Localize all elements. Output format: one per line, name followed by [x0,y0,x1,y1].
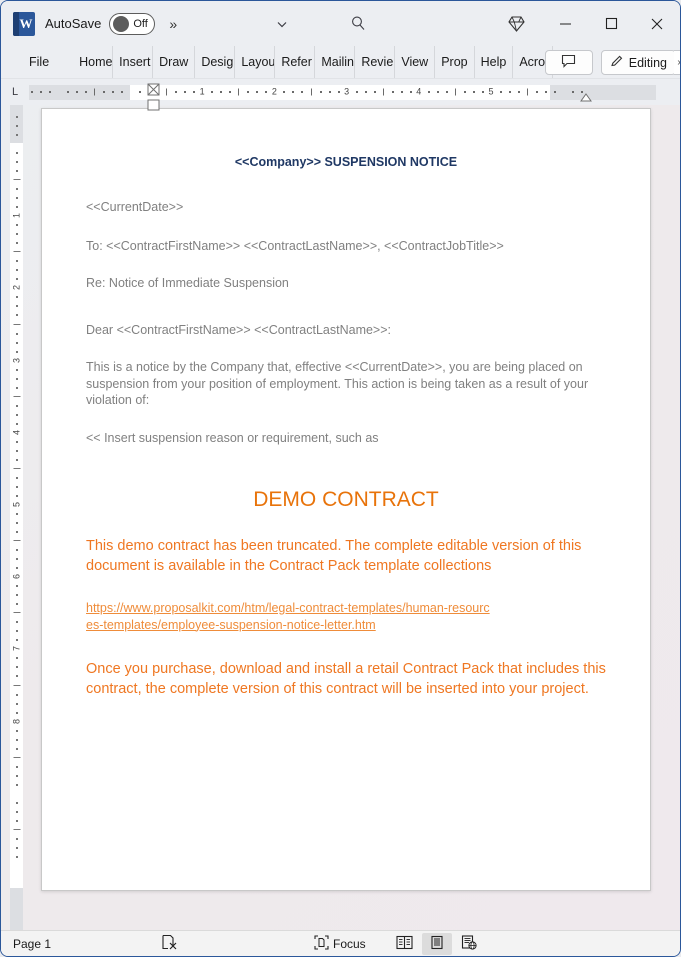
tab-review[interactable]: Revie [355,46,396,78]
horizontal-ruler[interactable]: L 12345 [1,79,680,110]
title-bar: W AutoSave Off » [1,1,680,46]
editing-mode-control: Editing › [600,50,680,75]
read-mode-button[interactable] [390,933,420,955]
tab-layout[interactable]: Layout [235,46,276,78]
ribbon-right-controls: Editing › [544,46,680,79]
document-area: 12345678 <<Company>> SUSPENSION NOTICE <… [1,105,680,930]
tab-file[interactable]: File [19,46,59,78]
comment-icon [561,54,576,71]
search-icon[interactable] [347,13,369,35]
tab-stop-selector[interactable]: L [1,79,29,105]
status-bar: Page 1 Focus [1,930,680,956]
right-indent-marker[interactable] [580,92,592,103]
demo-purchase-notice: Once you purchase, download and install … [86,661,606,697]
paragraph-current-date: <<CurrentDate>> [86,200,184,214]
tab-design[interactable]: Design [195,46,236,78]
focus-label: Focus [333,936,366,951]
document-page[interactable]: <<Company>> SUSPENSION NOTICE <<CurrentD… [41,108,651,891]
quick-access-overflow-button[interactable]: » [169,16,177,32]
word-logo-letter: W [19,15,33,31]
autosave-state-label: Off [133,17,148,30]
diamond-icon[interactable] [490,1,542,46]
tab-references[interactable]: Refer [275,46,316,78]
status-page-number[interactable]: Page 1 [13,937,51,951]
editing-dropdown-caret[interactable]: › [674,50,680,75]
paragraph-to-line: To: <<ContractFirstName>> <<ContractLast… [86,238,504,253]
demo-template-link[interactable]: https://www.proposalkit.com/htm/legal-co… [86,600,496,633]
tab-home[interactable]: Home [73,46,114,78]
focus-mode-button[interactable]: Focus [314,934,366,953]
autosave-toggle[interactable]: Off [109,12,156,35]
editing-button[interactable]: Editing [600,50,676,75]
titlebar-center-controls [271,13,369,35]
comments-button[interactable] [544,50,593,75]
web-layout-icon [461,934,477,953]
word-window: W AutoSave Off » File Home Insert Draw D… [0,0,681,957]
proofing-status-button[interactable] [161,934,178,953]
paragraph-re-line: Re: Notice of Immediate Suspension [86,276,289,290]
first-line-indent-marker[interactable] [147,83,160,113]
ribbon-tabs: File Home Insert Draw Design Layout Refe… [1,46,554,78]
paragraph-salutation: Dear <<ContractFirstName>> <<ContractLas… [86,322,392,337]
tab-help[interactable]: Help [475,46,514,78]
minimize-icon[interactable] [542,1,588,46]
horizontal-ruler-ticks: 12345 [29,85,656,100]
word-app-icon: W [13,11,35,36]
tab-properties[interactable]: Prop [435,46,475,78]
status-view-controls: Focus [314,932,484,955]
vertical-ruler[interactable]: 12345678 [1,105,29,930]
close-icon[interactable] [634,1,680,46]
tab-mailings[interactable]: Mailin [315,46,356,78]
editing-button-label: Editing [628,55,667,70]
proofing-errors-icon [161,934,178,953]
horizontal-ruler-track[interactable]: 12345 [29,83,656,110]
vertical-ruler-ticks: 12345678 [10,105,23,930]
demo-contract-heading: DEMO CONTRACT [253,488,439,511]
paragraph-notice-body: This is a notice by the Company that, ef… [86,360,589,407]
chevron-down-icon[interactable] [271,13,293,35]
print-layout-icon [430,935,444,953]
focus-icon [314,934,329,953]
window-controls [490,1,680,46]
document-scroll-region[interactable]: <<Company>> SUSPENSION NOTICE <<CurrentD… [29,105,680,930]
read-mode-icon [396,935,413,953]
vertical-ruler-track[interactable]: 12345678 [10,105,23,930]
ribbon-tab-bar: File Home Insert Draw Design Layout Refe… [1,46,680,79]
document-heading: <<Company>> SUSPENSION NOTICE [234,155,458,169]
tab-view[interactable]: View [395,46,436,78]
web-layout-button[interactable] [454,933,484,955]
pencil-icon [610,54,624,71]
autosave-toggle-knob [113,15,130,32]
print-layout-button[interactable] [421,932,452,955]
paragraph-insert-reason: << Insert suspension reason or requireme… [86,430,379,445]
autosave-label: AutoSave [45,16,102,31]
tab-draw[interactable]: Draw [153,46,196,78]
tab-insert[interactable]: Insert [113,46,154,78]
maximize-icon[interactable] [588,1,634,46]
demo-truncated-notice: This demo contract has been truncated. T… [86,538,582,574]
